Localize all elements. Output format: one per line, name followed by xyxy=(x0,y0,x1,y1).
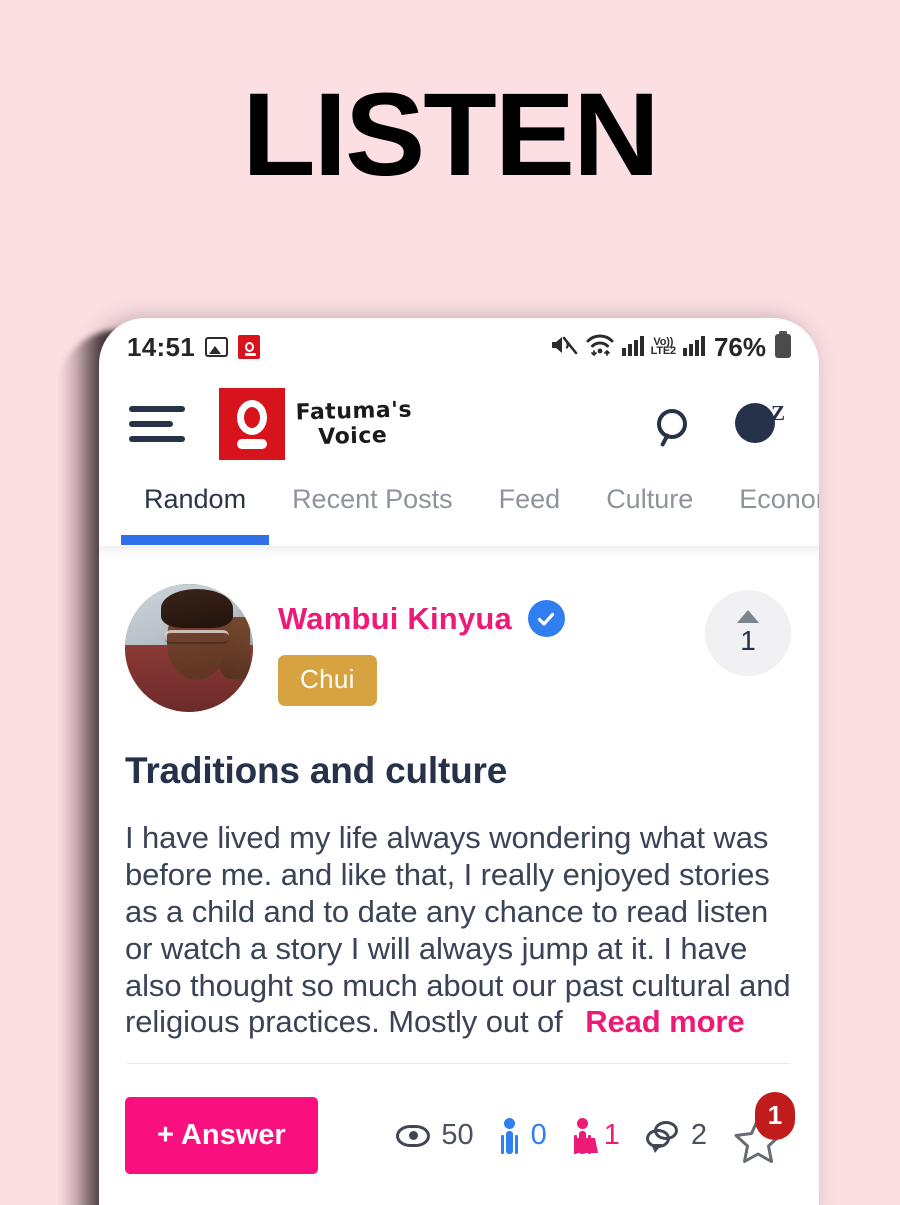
female-stat[interactable]: 1 xyxy=(573,1117,620,1154)
volte-icon: Vo)) LTE2 xyxy=(650,337,676,357)
post-card: Wambui Kinyua Chui 1 Traditions and cult… xyxy=(99,558,819,1204)
upvote-arrow-icon xyxy=(737,609,759,623)
answer-button[interactable]: + Answer xyxy=(125,1097,318,1175)
hamburger-icon[interactable] xyxy=(129,406,185,442)
rank-badge: Chui xyxy=(278,655,377,706)
brand-base-shape xyxy=(237,438,267,449)
tab-bar: Random Recent Posts Feed Culture Econom xyxy=(99,472,819,558)
card-divider xyxy=(127,1063,791,1065)
signal-bars-icon xyxy=(621,334,644,361)
brand-mark-icon xyxy=(219,388,285,460)
signal-bars-icon-2 xyxy=(682,334,705,361)
app-header-actions: z Z xyxy=(657,399,789,449)
author-name[interactable]: Wambui Kinyua xyxy=(278,601,512,637)
hamburger-line-2 xyxy=(129,421,173,427)
search-icon[interactable] xyxy=(657,409,687,439)
male-icon xyxy=(500,1117,520,1154)
hamburger-line-1 xyxy=(129,406,185,412)
moon-z-large: Z xyxy=(771,401,786,425)
avatar[interactable] xyxy=(125,584,253,712)
views-count: 50 xyxy=(441,1119,474,1152)
battery-percent-label: 76% xyxy=(713,331,766,362)
comments-count: 2 xyxy=(690,1119,707,1152)
moon-crescent-shape xyxy=(735,403,775,443)
brand-line-1: Fatuma's xyxy=(295,397,413,426)
app-header: Fatuma's Voice z Z xyxy=(99,376,819,472)
page-title: LISTEN xyxy=(242,69,660,201)
male-count: 0 xyxy=(530,1119,547,1152)
tab-economy[interactable]: Econom xyxy=(716,472,819,515)
post-action-bar: + Answer 50 0 1 2 1 xyxy=(125,1091,795,1204)
avatar-glasses-shape xyxy=(164,630,229,645)
female-icon xyxy=(573,1117,598,1154)
brand-ring-shape xyxy=(237,399,267,435)
volte-label-bottom: LTE2 xyxy=(650,345,676,357)
verified-badge-icon xyxy=(527,600,565,637)
status-bar-right: Vo)) LTE2 76% xyxy=(550,331,793,363)
upvote-button[interactable]: 1 xyxy=(705,590,791,676)
post-header: Wambui Kinyua Chui xyxy=(125,584,793,712)
bookmark-badge: 1 xyxy=(755,1091,795,1140)
post-stats: 50 0 1 2 1 xyxy=(396,1091,795,1163)
read-more-link[interactable]: Read more xyxy=(585,1004,744,1041)
avatar-hair-shape xyxy=(160,589,233,628)
battery-icon xyxy=(773,331,793,363)
wifi-icon xyxy=(585,333,615,362)
hamburger-line-3 xyxy=(129,436,185,442)
mute-icon xyxy=(550,333,578,362)
status-bar-clock: 14:51 xyxy=(127,331,195,362)
phone-mockup: 14:51 Vo)) LTE2 76% Fatuma's Voice z Z R… xyxy=(99,318,819,1205)
post-author-block: Wambui Kinyua Chui xyxy=(278,584,565,706)
moon-icon[interactable]: z Z xyxy=(735,399,789,449)
status-bar-left: 14:51 xyxy=(127,332,260,363)
bookmark-button[interactable]: 1 xyxy=(733,1091,795,1163)
upvote-count: 1 xyxy=(740,624,756,656)
post-title[interactable]: Traditions and culture xyxy=(125,750,793,792)
tab-culture[interactable]: Culture xyxy=(583,472,716,515)
status-bar: 14:51 Vo)) LTE2 76% xyxy=(99,318,819,376)
tab-random[interactable]: Random xyxy=(121,472,270,545)
photo-icon xyxy=(205,337,228,357)
tab-bar-shadow xyxy=(99,546,819,558)
brand-wordmark: Fatuma's Voice xyxy=(295,397,413,451)
tab-feed[interactable]: Feed xyxy=(476,472,584,515)
moon-z-small: z xyxy=(760,413,768,432)
post-body: I have lived my life always wondering wh… xyxy=(125,820,793,1041)
author-row: Wambui Kinyua xyxy=(278,600,565,637)
app-logo-icon xyxy=(238,335,260,359)
views-stat[interactable]: 50 xyxy=(396,1119,474,1152)
brand-line-2: Voice xyxy=(318,423,388,450)
tab-recent-posts[interactable]: Recent Posts xyxy=(269,472,476,515)
brand-logo[interactable]: Fatuma's Voice xyxy=(219,388,412,460)
eye-icon xyxy=(396,1124,431,1147)
comment-icon xyxy=(645,1120,680,1153)
female-count: 1 xyxy=(603,1119,620,1152)
male-stat[interactable]: 0 xyxy=(500,1117,547,1154)
comments-stat[interactable]: 2 xyxy=(645,1119,707,1153)
